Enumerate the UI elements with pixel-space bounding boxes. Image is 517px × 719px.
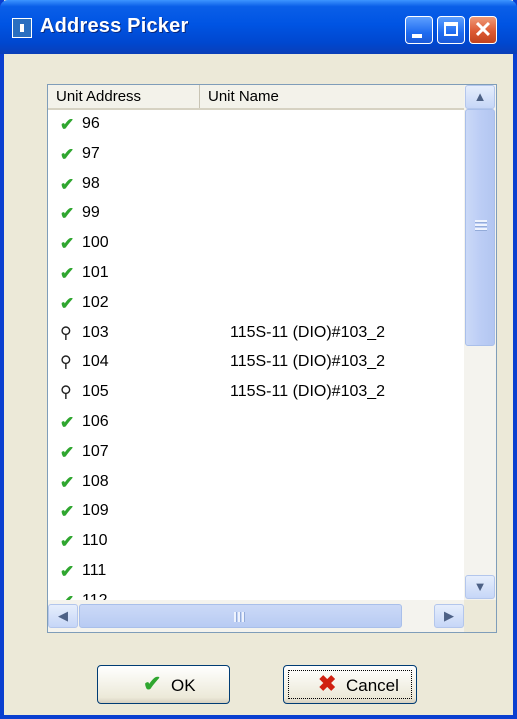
list-row[interactable]: ✔ 112 — [48, 587, 464, 600]
device-icon: ⚲ — [60, 354, 72, 372]
unit-address: 108 — [82, 472, 109, 490]
ok-button-label: OK — [171, 676, 196, 695]
list-row[interactable]: ✔ 111 — [48, 557, 464, 587]
list-row[interactable]: ✔ 101 — [48, 259, 464, 289]
check-icon: ✔ — [60, 442, 75, 462]
list-row[interactable]: ✔ 108 — [48, 468, 464, 498]
checkmark-icon: ✔ — [143, 671, 162, 696]
close-button[interactable]: ✕ — [469, 16, 497, 44]
list-header: Unit Address Unit Name — [48, 85, 464, 110]
cancel-button[interactable]: ✖ Cancel — [283, 665, 417, 704]
unit-address: 100 — [82, 234, 109, 252]
list-row[interactable]: ⚲ 103 115S-11 (DIO)#103_2 — [48, 319, 464, 349]
unit-address: 110 — [82, 532, 108, 550]
column-header-unit-name[interactable]: Unit Name — [200, 85, 464, 108]
scrollbar-corner — [464, 600, 496, 632]
check-icon: ✔ — [60, 502, 75, 522]
check-icon: ✔ — [60, 562, 75, 581]
address-list[interactable]: Unit Address Unit Name ✔ 96 ✔ 97 ✔ 98 ✔ 99 ✔ 100 ✔… — [47, 84, 497, 633]
check-icon: ✔ — [60, 293, 75, 313]
check-icon: ✔ — [60, 115, 75, 134]
check-icon: ✔ — [60, 234, 75, 254]
check-icon: ✔ — [60, 592, 78, 600]
unit-address: 105 — [82, 383, 109, 401]
close-icon: ✕ — [473, 17, 493, 42]
maximize-button[interactable] — [437, 16, 465, 44]
list-row[interactable]: ⚲ 105 115S-11 (DIO)#103_2 — [48, 378, 464, 408]
vertical-scroll-thumb[interactable] — [465, 109, 495, 346]
unit-address: 97 — [82, 144, 100, 162]
list-rows: ✔ 96 ✔ 97 ✔ 98 ✔ 99 ✔ 100 ✔ 101 ✔ 102 ⚲ 103 115S-11 (DIO… — [48, 110, 464, 600]
horizontal-scroll-thumb[interactable] — [79, 604, 402, 628]
unit-address: 109 — [82, 502, 109, 520]
check-icon: ✔ — [60, 204, 75, 224]
app-icon[interactable] — [12, 18, 32, 38]
list-row[interactable]: ✔ 109 — [48, 497, 464, 527]
horizontal-scrollbar[interactable]: ◀ ▶ — [48, 600, 464, 632]
list-row[interactable]: ✔ 106 — [48, 408, 464, 438]
minimize-button[interactable] — [405, 16, 433, 44]
list-row[interactable]: ✔ 110 — [48, 527, 464, 557]
check-icon: ✔ — [60, 264, 75, 283]
column-header-unit-address[interactable]: Unit Address — [48, 85, 200, 108]
unit-address: 98 — [82, 174, 100, 192]
unit-address: 106 — [82, 413, 109, 430]
cancel-button-label: Cancel — [346, 676, 399, 695]
list-row[interactable]: ✔ 107 — [48, 438, 464, 468]
list-row[interactable]: ✔ 99 — [48, 199, 464, 229]
window-title: Address Picker — [40, 15, 189, 37]
ok-button[interactable]: ✔ OK — [97, 665, 230, 704]
cancel-x-icon: ✖ — [318, 671, 337, 696]
scroll-right-button[interactable]: ▶ — [434, 604, 464, 628]
list-row[interactable]: ✔ 98 — [48, 170, 464, 200]
unit-address: 101 — [82, 264, 109, 281]
unit-address: 99 — [82, 204, 100, 222]
title-bar[interactable]: Address Picker ✕ — [0, 0, 517, 54]
list-row[interactable]: ✔ 100 — [48, 229, 464, 259]
unit-address: 102 — [82, 293, 109, 311]
unit-address: 103 — [82, 323, 109, 341]
device-icon: ⚲ — [60, 384, 72, 402]
unit-address: 104 — [82, 353, 109, 371]
list-row[interactable]: ✔ 97 — [48, 140, 464, 170]
unit-address: 111 — [82, 562, 107, 579]
list-row[interactable]: ✔ 102 — [48, 289, 464, 319]
check-icon: ✔ — [60, 472, 75, 492]
scroll-up-button[interactable]: ▲ — [465, 85, 495, 109]
list-row[interactable]: ⚲ 104 115S-11 (DIO)#103_2 — [48, 348, 464, 378]
unit-name: 115S-11 (DIO)#103_2 — [230, 383, 386, 401]
unit-address: 112 — [82, 592, 108, 600]
vertical-scrollbar[interactable]: ▲ ▼ — [464, 85, 496, 600]
check-icon: ✔ — [60, 532, 75, 552]
check-icon: ✔ — [60, 174, 75, 194]
unit-name: 115S-11 (DIO)#103_2 — [230, 323, 386, 341]
scroll-down-button[interactable]: ▼ — [465, 575, 495, 599]
unit-address: 107 — [82, 442, 109, 460]
check-icon: ✔ — [60, 144, 75, 164]
list-row[interactable]: ✔ 96 — [48, 110, 464, 140]
unit-name: 115S-11 (DIO)#103_2 — [230, 353, 386, 371]
check-icon: ✔ — [60, 413, 75, 432]
unit-address: 96 — [82, 115, 100, 132]
scroll-left-button[interactable]: ◀ — [48, 604, 78, 628]
device-icon: ⚲ — [60, 324, 72, 342]
